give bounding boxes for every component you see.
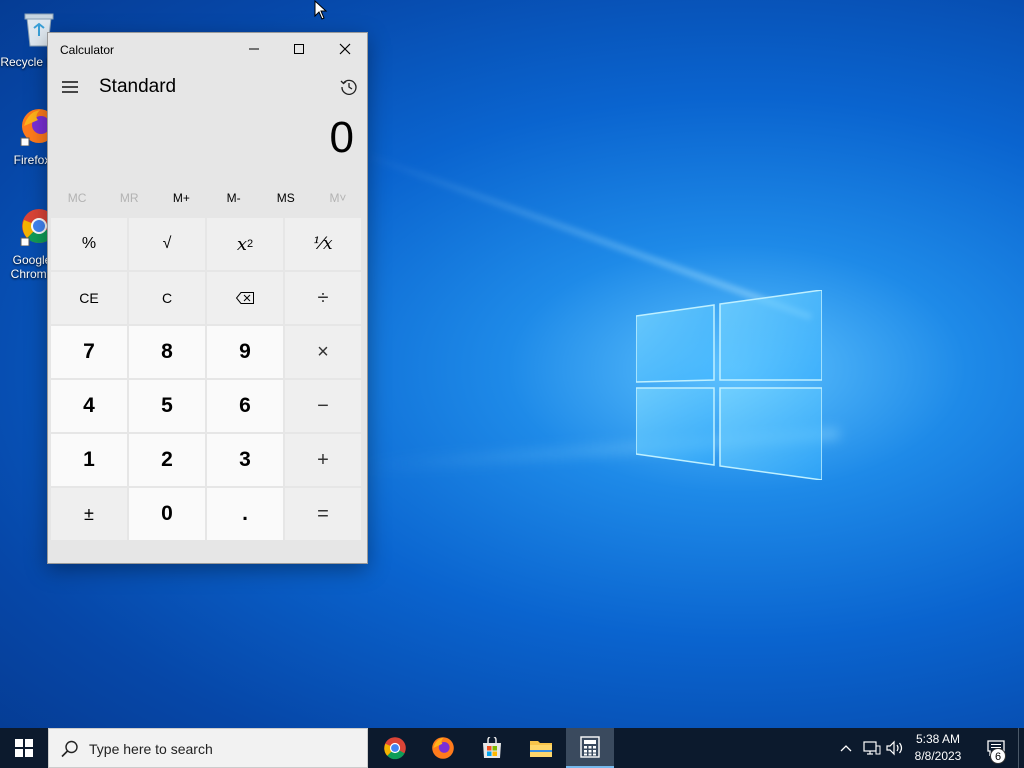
memory-recall-button[interactable]: MR [103, 181, 155, 215]
hamburger-menu-icon [62, 81, 78, 93]
chevron-up-icon [840, 745, 852, 752]
taskbar: Type here to search 5:38 AM 8/8/2023 [0, 728, 1024, 768]
memory-subtract-button[interactable]: M- [208, 181, 260, 215]
memory-row: MC MR M+ M- MS M˅ [48, 181, 367, 215]
digit-9-button[interactable]: 9 [207, 326, 283, 378]
start-button[interactable] [0, 728, 48, 768]
history-icon [340, 79, 357, 95]
taskbar-firefox[interactable] [419, 728, 467, 768]
navigation-menu-button[interactable] [58, 75, 82, 99]
memory-store-button[interactable]: MS [260, 181, 312, 215]
taskbar-calculator[interactable] [566, 728, 614, 768]
backspace-button[interactable] [207, 272, 283, 324]
windows-logo-wallpaper [636, 290, 822, 480]
digit-3-button[interactable]: 3 [207, 434, 283, 486]
close-button[interactable] [322, 33, 368, 65]
maximize-icon [294, 44, 304, 54]
display-value: 0 [329, 113, 354, 162]
keypad: % √ x2 ⅟x CE C ÷ 7 8 9 × 4 5 6 − 1 2 3 +… [48, 215, 367, 543]
digit-7-button[interactable]: 7 [51, 326, 127, 378]
negate-button[interactable]: ± [51, 488, 127, 540]
close-icon [339, 43, 351, 55]
taskbar-file-explorer[interactable] [517, 728, 565, 768]
result-display: 0 [48, 109, 367, 181]
calculator-mode-title: Standard [99, 76, 177, 97]
notification-count-badge: 6 [990, 748, 1006, 764]
system-clock[interactable]: 5:38 AM 8/8/2023 [904, 731, 972, 765]
store-icon [483, 737, 501, 758]
memory-add-button[interactable]: M+ [155, 181, 207, 215]
window-title: Calculator [60, 43, 115, 57]
digit-2-button[interactable]: 2 [129, 434, 205, 486]
square-button[interactable]: x2 [207, 218, 283, 270]
minimize-icon [249, 48, 259, 50]
digit-0-button[interactable]: 0 [129, 488, 205, 540]
memory-clear-button[interactable]: MC [51, 181, 103, 215]
chrome-icon [384, 737, 406, 760]
taskbar-search-box[interactable]: Type here to search [48, 728, 368, 768]
search-placeholder: Type here to search [89, 741, 213, 757]
show-hidden-icons-button[interactable] [836, 728, 856, 768]
clear-entry-button[interactable]: CE [51, 272, 127, 324]
title-bar[interactable]: Calculator [48, 33, 367, 67]
percent-button[interactable]: % [51, 218, 127, 270]
calculator-icon [580, 736, 600, 758]
mouse-cursor-icon [314, 0, 328, 20]
decimal-button[interactable]: . [207, 488, 283, 540]
subtract-button[interactable]: − [285, 380, 361, 432]
divide-button[interactable]: ÷ [285, 272, 361, 324]
file-explorer-icon [530, 741, 552, 757]
firefox-icon [432, 737, 454, 759]
memory-list-button[interactable]: M˅ [312, 181, 364, 215]
history-button[interactable] [336, 74, 362, 100]
multiply-button[interactable]: × [285, 326, 361, 378]
volume-button[interactable] [884, 728, 906, 768]
minimize-button[interactable] [231, 33, 277, 65]
digit-4-button[interactable]: 4 [51, 380, 127, 432]
windows-start-icon [15, 739, 33, 757]
calculator-window: Calculator Standard 0 MC MR M+ M- MS M˅ … [47, 32, 368, 564]
digit-8-button[interactable]: 8 [129, 326, 205, 378]
equals-button[interactable]: = [285, 488, 361, 540]
network-button[interactable] [860, 728, 884, 768]
network-icon [863, 741, 881, 755]
maximize-button[interactable] [276, 33, 322, 65]
add-button[interactable]: + [285, 434, 361, 486]
digit-6-button[interactable]: 6 [207, 380, 283, 432]
backspace-icon [236, 292, 254, 304]
clock-date: 8/8/2023 [914, 749, 962, 763]
speaker-icon [886, 740, 903, 756]
digit-1-button[interactable]: 1 [51, 434, 127, 486]
clock-time: 5:38 AM [915, 732, 961, 746]
clear-button[interactable]: C [129, 272, 205, 324]
taskbar-microsoft-store[interactable] [468, 728, 516, 768]
show-desktop-button[interactable] [1018, 728, 1024, 768]
digit-5-button[interactable]: 5 [129, 380, 205, 432]
reciprocal-button[interactable]: ⅟x [285, 218, 361, 270]
search-icon [61, 740, 78, 758]
taskbar-chrome[interactable] [371, 728, 419, 768]
square-base: x [236, 233, 248, 255]
square-root-button[interactable]: √ [129, 218, 205, 270]
square-exponent: 2 [247, 238, 254, 250]
